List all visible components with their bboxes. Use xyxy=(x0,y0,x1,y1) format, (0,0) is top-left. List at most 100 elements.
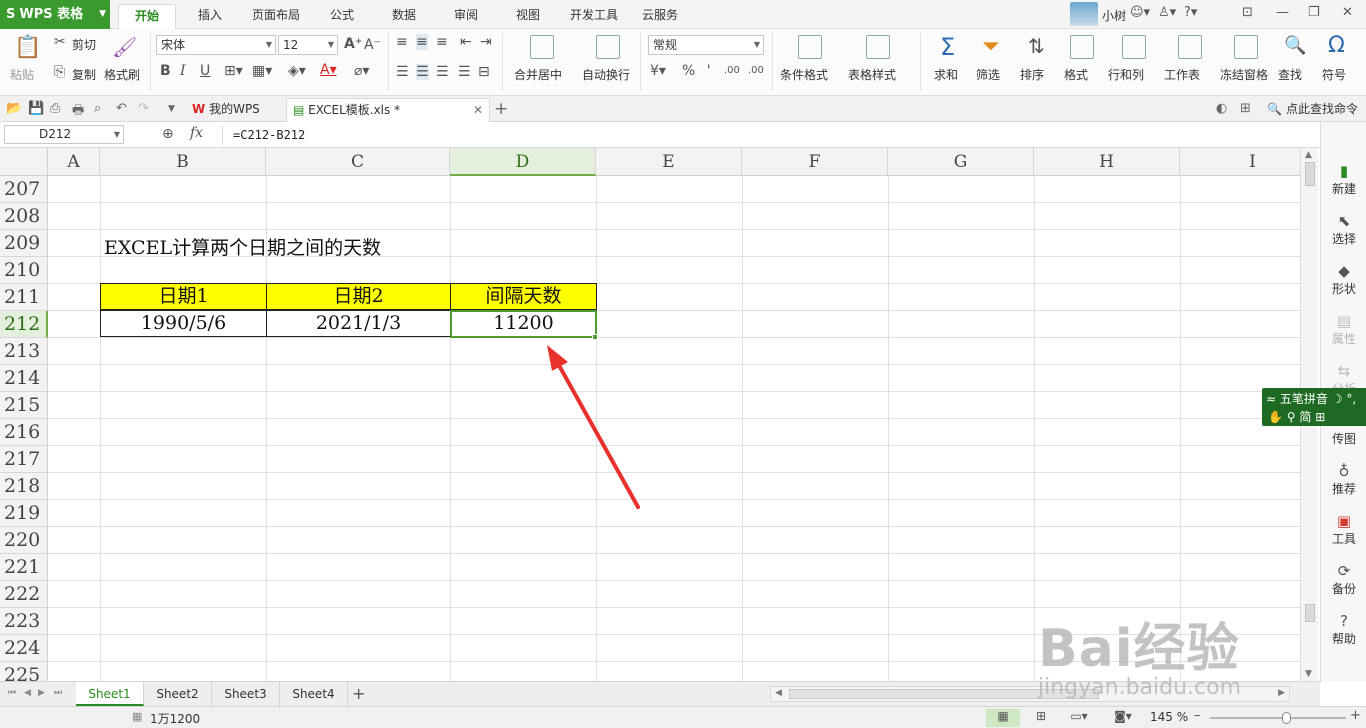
app-menu-button[interactable]: S WPS 表格 ▼ xyxy=(0,0,110,29)
row-header[interactable]: 209 xyxy=(0,230,48,257)
tab-my-wps[interactable]: W 我的WPS xyxy=(186,98,282,122)
worksheet-button[interactable]: 工作表 xyxy=(1164,66,1200,83)
justify-icon[interactable]: ☰ xyxy=(458,64,471,80)
user-name[interactable]: 小树 xyxy=(1102,7,1126,24)
row-header[interactable]: 225 xyxy=(0,662,48,681)
date-cell-c212[interactable]: 2021/1/3 xyxy=(266,310,451,337)
scroll-thumb-lower[interactable] xyxy=(1305,604,1315,622)
row-header[interactable]: 217 xyxy=(0,446,48,473)
tab-review[interactable]: 审阅 xyxy=(442,4,490,29)
fill-pattern-icon[interactable]: ▦▾ xyxy=(252,63,272,79)
sidebar-item-tools[interactable]: ▣ 工具 xyxy=(1321,512,1366,547)
last-sheet-icon[interactable]: ⏭ xyxy=(54,688,62,698)
border-icon[interactable]: ⊞▾ xyxy=(224,63,243,79)
horizontal-scrollbar[interactable]: ◀ ▶ xyxy=(770,686,1290,702)
filter-button[interactable]: 筛选 xyxy=(976,66,1000,83)
percent-button[interactable]: % xyxy=(682,63,695,79)
row-col-button[interactable]: 行和列 xyxy=(1108,66,1144,83)
maximize-icon[interactable]: ❐ xyxy=(1308,5,1320,20)
title-cell-b209[interactable]: EXCEL计算两个日期之间的天数 xyxy=(104,233,381,260)
header-cell-d211[interactable]: 间隔天数 xyxy=(450,283,597,310)
freeze-panes-icon[interactable] xyxy=(1234,35,1258,59)
freeze-panes-button[interactable]: 冻结窗格 xyxy=(1220,66,1268,83)
normal-view-icon[interactable]: ▦ xyxy=(986,709,1020,727)
prev-sheet-icon[interactable]: ◀ xyxy=(24,688,31,698)
align-left-icon[interactable]: ☰ xyxy=(396,64,409,80)
row-header[interactable]: 214 xyxy=(0,365,48,392)
shirt-icon[interactable]: ♙▾ xyxy=(1158,5,1176,20)
wrap-text-button[interactable]: 自动换行 xyxy=(582,66,630,83)
docer-icon[interactable]: ◐ xyxy=(1216,101,1227,116)
font-name-select[interactable]: 宋体 ▼ xyxy=(156,35,276,55)
tab-page-layout[interactable]: 页面布局 xyxy=(246,4,306,29)
underline-button[interactable]: U xyxy=(200,63,210,79)
find-button[interactable]: 查找 xyxy=(1278,66,1302,83)
sidebar-item-new[interactable]: ▮ 新建 xyxy=(1321,162,1366,197)
sidebar-item-help[interactable]: ? 帮助 xyxy=(1321,612,1366,647)
sort-icon[interactable]: ⇅ xyxy=(1028,34,1045,58)
number-format-select[interactable]: 常规 ▼ xyxy=(648,35,764,55)
formula-input[interactable]: =C212-B212 xyxy=(222,125,1312,145)
scroll-right-icon[interactable]: ▶ xyxy=(1278,688,1285,698)
tab-list-icon[interactable]: ⊞ xyxy=(1240,101,1251,116)
tab-data[interactable]: 数据 xyxy=(380,4,428,29)
search-icon[interactable]: ⚲ xyxy=(1287,410,1296,424)
align-top-icon[interactable]: ≡ xyxy=(396,34,408,50)
row-header[interactable]: 220 xyxy=(0,527,48,554)
row-header[interactable]: 224 xyxy=(0,635,48,662)
format-button[interactable]: 格式 xyxy=(1064,66,1088,83)
filter-icon[interactable]: ⏷ xyxy=(982,34,1000,59)
align-middle-icon[interactable]: ≡ xyxy=(416,34,428,50)
tab-formulas[interactable]: 公式 xyxy=(318,4,366,29)
column-header-f[interactable]: F xyxy=(742,148,888,176)
zoom-formula-icon[interactable]: ⊕ xyxy=(162,126,174,142)
punctuation-icon[interactable]: °, xyxy=(1346,392,1356,406)
row-header[interactable]: 219 xyxy=(0,500,48,527)
ime-toolbar[interactable]: ≈ 五笔拼音 ☽ °, ✋ ⚲ 简 ⊞ xyxy=(1262,388,1366,426)
sheet-tab-sheet1[interactable]: Sheet1 xyxy=(76,682,144,706)
moon-icon[interactable]: ☽ xyxy=(1332,392,1343,406)
paste-label[interactable]: 粘贴 xyxy=(10,66,34,83)
header-cell-c211[interactable]: 日期2 xyxy=(266,283,451,310)
date-cell-b212[interactable]: 1990/5/6 xyxy=(100,310,267,337)
zoom-slider[interactable] xyxy=(1210,712,1346,724)
column-header-i[interactable]: I xyxy=(1180,148,1300,176)
increase-decimal-button[interactable]: .00 xyxy=(724,65,740,76)
new-tab-icon[interactable]: + xyxy=(494,99,508,119)
sheet-tab-sheet4[interactable]: Sheet4 xyxy=(280,682,348,706)
wrap-text-icon[interactable] xyxy=(596,35,620,59)
table-style-button[interactable]: 表格样式 xyxy=(848,66,896,83)
ime-script-label[interactable]: 简 xyxy=(1299,410,1311,424)
row-header[interactable]: 215 xyxy=(0,392,48,419)
indent-decrease-icon[interactable]: ⇤ xyxy=(460,34,472,50)
thousands-separator-button[interactable]: ' xyxy=(704,63,711,79)
column-header-h[interactable]: H xyxy=(1034,148,1180,176)
select-all-corner[interactable] xyxy=(0,148,48,176)
tab-developer[interactable]: 开发工具 xyxy=(564,4,624,29)
name-box[interactable]: D212 ▼ xyxy=(4,125,124,144)
ime-mode-label[interactable]: 五笔拼音 xyxy=(1280,392,1328,406)
skin-icon[interactable]: ☺▾ xyxy=(1130,5,1150,20)
row-header[interactable]: 218 xyxy=(0,473,48,500)
sidebar-item-properties[interactable]: ▤ 属性 xyxy=(1321,312,1366,347)
keyboard-icon[interactable]: ⊞ xyxy=(1315,410,1325,424)
column-header-b[interactable]: B xyxy=(100,148,266,176)
sort-button[interactable]: 排序 xyxy=(1020,66,1044,83)
scroll-down-icon[interactable]: ▼ xyxy=(1305,669,1312,679)
restore-icon[interactable]: ⊡ xyxy=(1242,5,1253,20)
distributed-icon[interactable]: ⊟ xyxy=(478,64,490,80)
paste-icon[interactable]: 📋 xyxy=(14,35,41,60)
page-break-view-icon[interactable]: ⊞ xyxy=(1026,709,1056,727)
row-header[interactable]: 207 xyxy=(0,176,48,203)
cut-button[interactable]: 剪切 xyxy=(72,36,96,53)
save-icon[interactable]: 💾 xyxy=(28,101,44,116)
sidebar-item-select[interactable]: ⬉ 选择 xyxy=(1321,212,1366,247)
tab-view[interactable]: 视图 xyxy=(504,4,552,29)
row-header[interactable]: 221 xyxy=(0,554,48,581)
increase-font-icon[interactable]: A⁺ xyxy=(344,36,362,52)
tab-cloud[interactable]: 云服务 xyxy=(636,4,684,29)
indent-increase-icon[interactable]: ⇥ xyxy=(480,34,492,50)
first-sheet-icon[interactable]: ⏮ xyxy=(8,688,16,698)
avatar[interactable] xyxy=(1070,2,1098,26)
help-dropdown-icon[interactable]: ?▾ xyxy=(1184,5,1197,20)
